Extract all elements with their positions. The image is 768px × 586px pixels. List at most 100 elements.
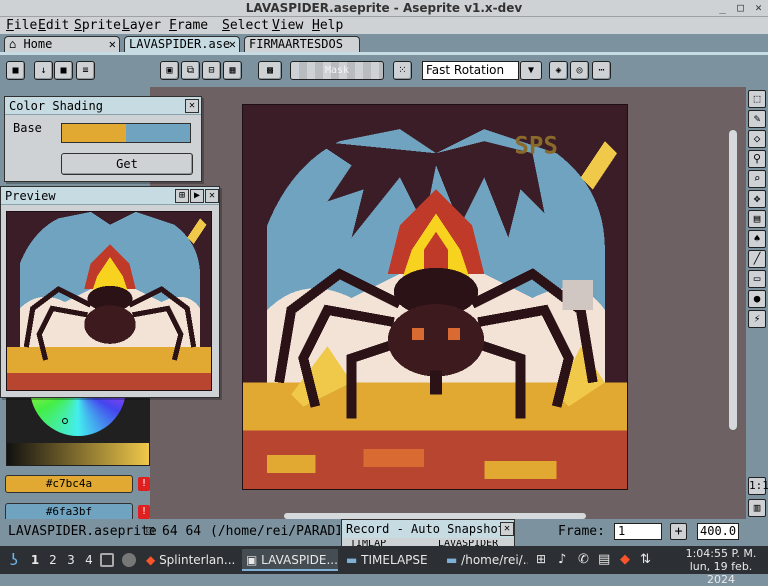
menu-view[interactable]: View	[268, 17, 307, 34]
workspace-2[interactable]: 2	[46, 549, 60, 571]
base-color-swatch[interactable]	[61, 123, 191, 143]
blur-icon[interactable]: ⚡	[748, 310, 766, 328]
app-icon[interactable]	[122, 553, 136, 567]
rotation-algorithm-select[interactable]: Fast Rotation	[422, 61, 519, 80]
context-toolbar: ■ ↓ ■ ≡ ▣ ⧉ ⊟ ▦ ▩ Mask ⁙ Fast Rotation ▼…	[0, 55, 768, 87]
slice-icon[interactable]: ▤	[748, 210, 766, 228]
play-icon[interactable]: ▶	[190, 189, 204, 203]
pencil-icon[interactable]: ✎	[748, 110, 766, 128]
menu-sprite[interactable]: Sprite	[70, 17, 125, 34]
close-icon[interactable]: ✕	[205, 189, 219, 203]
menu-select[interactable]: Select	[218, 17, 273, 34]
color-shading-title: Color Shading	[5, 97, 201, 115]
shades-bar[interactable]	[6, 442, 150, 466]
minimize-icon[interactable]: _	[715, 1, 730, 15]
lock-icon[interactable]: ■	[6, 61, 25, 80]
selection-subtract-icon[interactable]: ⊟	[202, 61, 221, 80]
brave-icon: ◆	[146, 553, 156, 567]
workspace-4[interactable]: 4	[82, 549, 96, 571]
foreground-color-hex[interactable]: #c7bc4a	[5, 475, 133, 493]
actual-size-icon[interactable]: 1:1	[748, 477, 768, 495]
chat-icon[interactable]: ✆	[578, 552, 589, 567]
contour-icon[interactable]: ●	[748, 290, 766, 308]
tab-home[interactable]: ⌂ Home ✕	[4, 36, 120, 53]
tab-label: FIRMAARTESDOS	[249, 37, 343, 51]
eraser-icon[interactable]: ◇	[748, 130, 766, 148]
task-timelapse[interactable]: ▬ TIMELAPSE	[342, 549, 438, 571]
folder-icon: ▬	[446, 553, 458, 567]
fill-icon[interactable]: ♠	[748, 230, 766, 248]
list-icon[interactable]: ≡	[76, 61, 95, 80]
transform-icon[interactable]: ◈	[549, 61, 568, 80]
warning-icon[interactable]: !	[138, 477, 150, 491]
close-icon[interactable]: ✕	[185, 99, 199, 113]
tab-bar: ⌂ Home ✕ LAVASPIDER.ase ✕ FIRMAARTESDOS	[0, 34, 768, 53]
clipboard-icon[interactable]: ▤	[598, 552, 610, 567]
mask-button[interactable]: Mask	[290, 61, 384, 80]
aseprite-icon: ▣	[246, 553, 258, 567]
clock-time[interactable]: 1:04:55 P. M.	[676, 547, 766, 560]
selection-replace-icon[interactable]: ▣	[160, 61, 179, 80]
task-home-folder[interactable]: ▬ /home/rei/...	[442, 549, 528, 571]
close-icon[interactable]: ✕	[500, 522, 514, 536]
stop-icon[interactable]: ■	[54, 61, 73, 80]
tray-icon[interactable]: ⊞	[536, 552, 546, 566]
record-title: Record - Auto Snapshot	[342, 520, 514, 538]
pivot-icon[interactable]: ⁙	[393, 61, 412, 80]
tab-close-icon[interactable]: ✕	[109, 37, 116, 52]
task-splinterlands[interactable]: ◆ Splinterlan...	[142, 549, 238, 571]
clock-date[interactable]: lun, 19 feb. 2024	[676, 560, 766, 586]
frame-input[interactable]: 1	[614, 523, 662, 540]
tab-lavaspider[interactable]: LAVASPIDER.ase ✕	[124, 36, 240, 53]
sprite-canvas[interactable]: SPS	[242, 104, 628, 490]
rectangle-icon[interactable]: ▭	[748, 270, 766, 288]
preview-panel: Preview ⊞ ▶ ✕	[0, 186, 220, 398]
arrow-down-icon[interactable]: ↓	[34, 61, 53, 80]
chevron-down-icon[interactable]: ▼	[520, 61, 542, 80]
vertical-scrollbar[interactable]	[729, 130, 737, 430]
line-icon[interactable]: ╱	[748, 250, 766, 268]
folder-icon: ▬	[346, 553, 358, 567]
menu-help[interactable]: Help	[308, 17, 347, 34]
selection-intersect-icon[interactable]: ▦	[223, 61, 242, 80]
svg-text:SPS: SPS	[514, 131, 558, 159]
lava-spider-preview	[7, 212, 211, 390]
sprite-size: 64 64	[162, 524, 202, 539]
close-icon[interactable]: ✕	[751, 1, 766, 15]
marquee-icon[interactable]: ⬚	[748, 90, 766, 108]
task-lavaspider[interactable]: ▣ LAVASPIDE...	[242, 549, 338, 571]
desktop-icon[interactable]	[100, 553, 114, 567]
workspace-3[interactable]: 3	[64, 549, 78, 571]
brave-icon[interactable]: ◆	[620, 552, 630, 567]
zoom-icon[interactable]: ⌕	[748, 170, 766, 188]
settings-icon[interactable]: ◎	[570, 61, 589, 80]
menu-edit[interactable]: Edit	[34, 17, 73, 34]
transparent-color-icon[interactable]: ▩	[258, 61, 282, 80]
workspace-1[interactable]: 1	[28, 549, 42, 571]
tab-close-icon[interactable]: ✕	[229, 37, 236, 52]
tools-panel: ⬚ ✎ ◇ ⚲ ⌕ ✥ ▤ ♠ ╱ ▭ ● ⚡ 1:1 ▥	[746, 87, 768, 519]
center-icon[interactable]: ⊞	[175, 189, 189, 203]
move-icon[interactable]: ✥	[748, 190, 766, 208]
task-label: TIMELAPSE	[361, 553, 428, 567]
tab-label: Home	[23, 37, 53, 51]
volume-icon[interactable]: ♪	[558, 552, 566, 567]
timeline-icon[interactable]: ▥	[748, 499, 766, 517]
window-titlebar: LAVASPIDER.aseprite - Aseprite v1.x-dev …	[0, 0, 768, 17]
menu-frame[interactable]: Frame	[165, 17, 212, 34]
zoom-input[interactable]: 400.0	[697, 523, 739, 540]
selection-add-icon[interactable]: ⧉	[181, 61, 200, 80]
network-icon[interactable]: ⇅	[640, 552, 651, 567]
eyedropper-icon[interactable]: ⚲	[748, 150, 766, 168]
maximize-icon[interactable]: □	[733, 1, 748, 15]
start-menu-icon[interactable]: ʖ	[4, 550, 24, 570]
new-frame-button[interactable]: +	[670, 523, 687, 540]
menu-layer[interactable]: Layer	[118, 17, 165, 34]
task-label: /home/rei/...	[461, 553, 528, 567]
tab-firmaartesdos[interactable]: FIRMAARTESDOS	[244, 36, 360, 53]
more-icon[interactable]: ⋯	[592, 61, 611, 80]
warning-icon[interactable]: !	[138, 505, 150, 519]
home-icon: ⌂	[9, 37, 24, 51]
get-button[interactable]: Get	[61, 153, 193, 175]
menu-bar: File Edit Sprite Layer Frame Select View…	[0, 17, 768, 34]
